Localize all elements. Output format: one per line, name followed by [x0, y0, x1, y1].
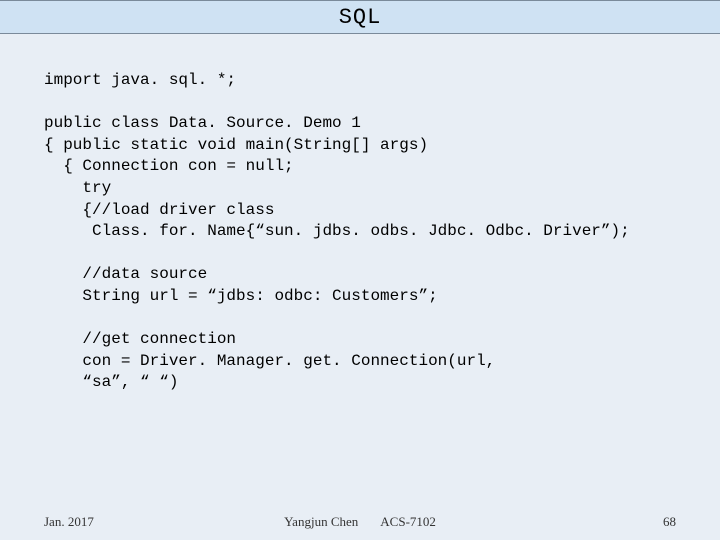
code-line: public class Data. Source. Demo 1	[44, 114, 361, 132]
code-block: import java. sql. *; public class Data. …	[0, 34, 720, 394]
code-line: //data source	[44, 265, 207, 283]
title-bar: SQL	[0, 0, 720, 34]
code-line: Class. for. Name{“sun. jdbs. odbs. Jdbc.…	[44, 222, 630, 240]
code-line: String url = “jdbs: odbc: Customers”;	[44, 287, 438, 305]
slide-title: SQL	[339, 5, 382, 30]
footer-author: Yangjun Chen ACS-7102	[284, 514, 436, 530]
code-line: import java. sql. *;	[44, 71, 236, 89]
code-line: try	[44, 179, 111, 197]
code-line: “sa”, “ “)	[44, 373, 178, 391]
code-line: { Connection con = null;	[44, 157, 294, 175]
footer-date: Jan. 2017	[44, 514, 94, 530]
code-line: { public static void main(String[] args)	[44, 136, 428, 154]
footer-page-number: 68	[663, 514, 676, 530]
code-line: {//load driver class	[44, 201, 274, 219]
code-line: con = Driver. Manager. get. Connection(u…	[44, 352, 495, 370]
code-line: //get connection	[44, 330, 236, 348]
